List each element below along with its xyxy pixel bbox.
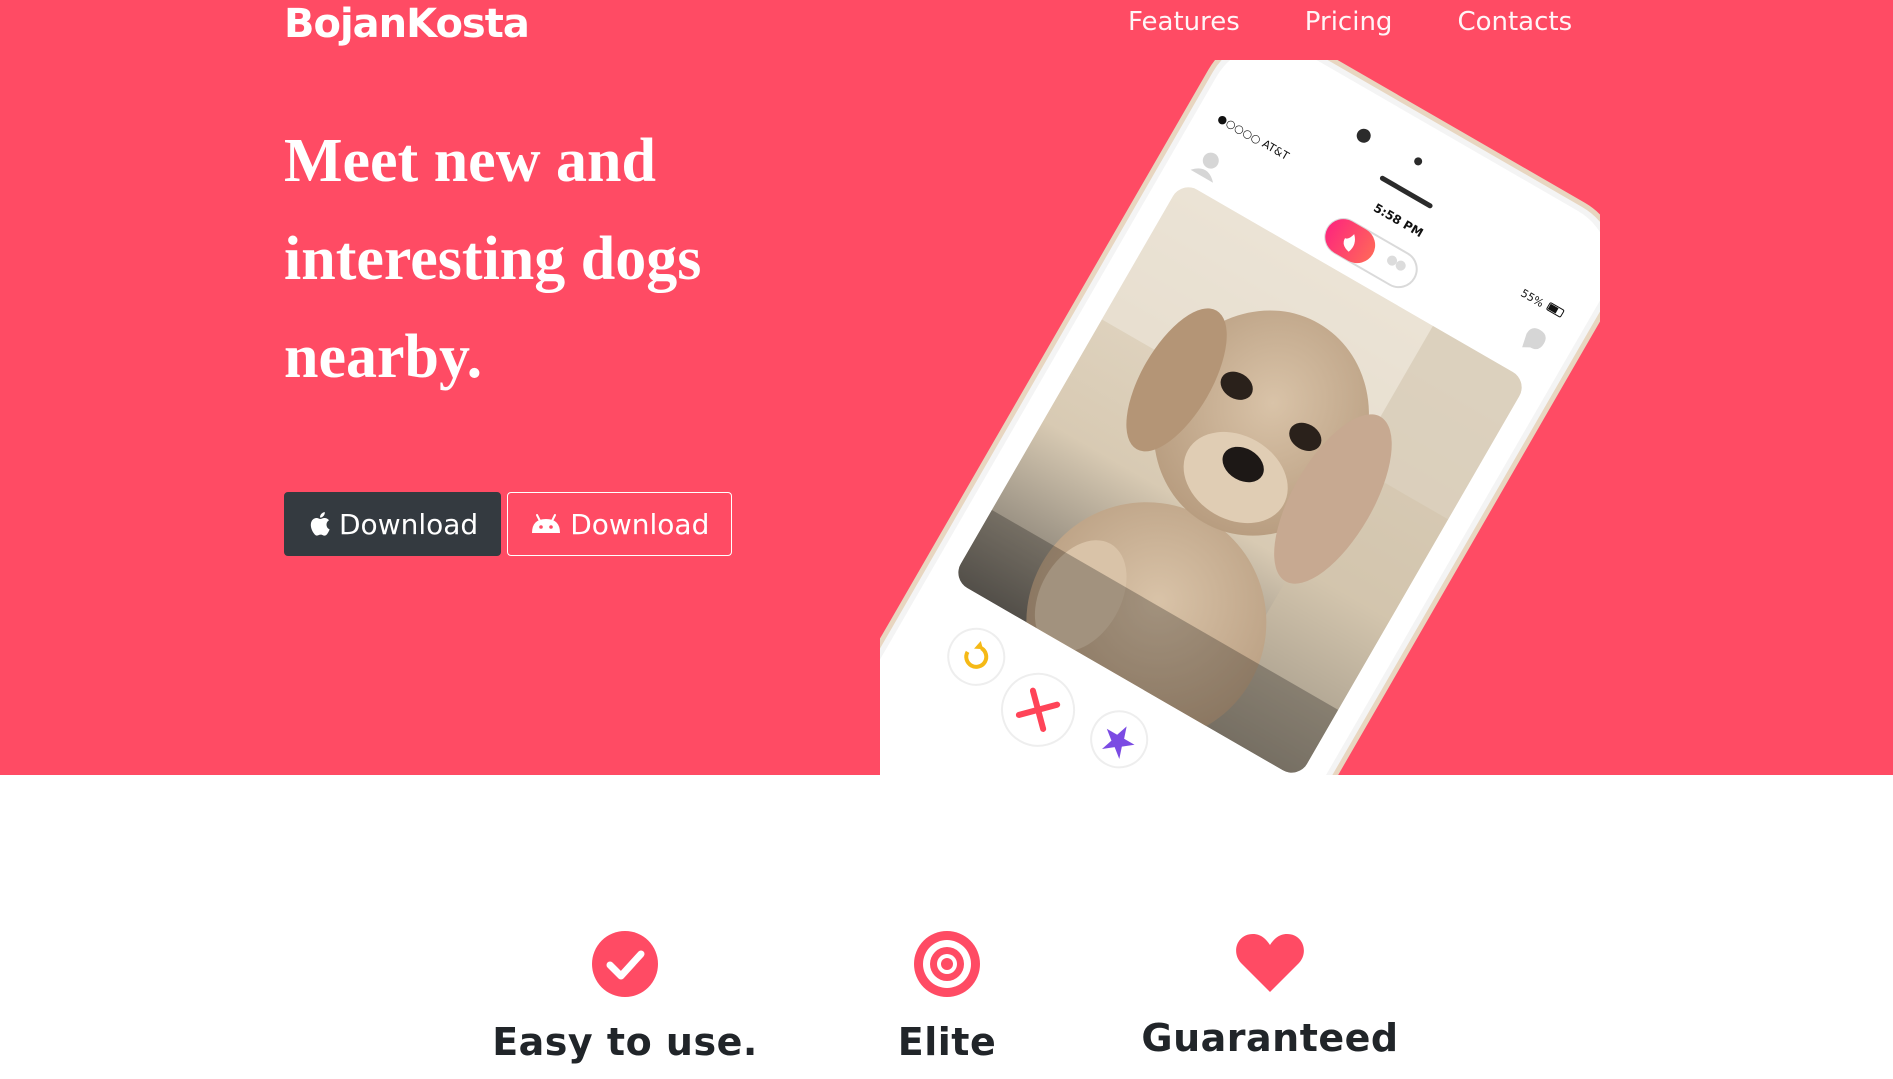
- ios-download-label: Download: [339, 507, 479, 541]
- phone-illustration: ●○○○○ AT&T 5:58 PM 55%: [808, 33, 1622, 775]
- feature-title: Guaranteed: [1141, 1016, 1399, 1060]
- nav-link-features[interactable]: Features: [1128, 4, 1240, 40]
- android-download-button[interactable]: Download: [507, 492, 733, 556]
- nav-link-contacts[interactable]: Contacts: [1457, 4, 1572, 40]
- download-buttons: Download Download: [284, 492, 733, 556]
- heart-icon: [1236, 934, 1304, 992]
- feature-elite: Elite: [777, 930, 1117, 1064]
- bullseye-icon: [914, 931, 980, 997]
- brand-logo[interactable]: BojanKosta: [284, 0, 530, 48]
- android-icon: [532, 514, 561, 533]
- apple-icon: [310, 512, 330, 536]
- nav-link-pricing[interactable]: Pricing: [1305, 4, 1393, 40]
- hero-headline: Meet new and interesting dogs nearby.: [284, 127, 702, 391]
- feature-title: Easy to use.: [492, 1020, 758, 1064]
- feature-guaranteed: Guaranteed: [1100, 930, 1440, 1060]
- android-download-label: Download: [570, 507, 710, 541]
- feature-title: Elite: [897, 1020, 997, 1064]
- feature-easy: Easy to use.: [455, 930, 795, 1064]
- top-nav: Features Pricing Contacts: [1128, 4, 1572, 40]
- ios-download-button[interactable]: Download: [284, 492, 502, 556]
- hero-section: BojanKosta Features Pricing Contacts Mee…: [0, 0, 1893, 775]
- features-section: Easy to use. Elite Guaranteed: [0, 930, 1893, 1079]
- check-circle-icon: [592, 931, 658, 997]
- phone-mockup: ●○○○○ AT&T 5:58 PM 55%: [808, 33, 1622, 775]
